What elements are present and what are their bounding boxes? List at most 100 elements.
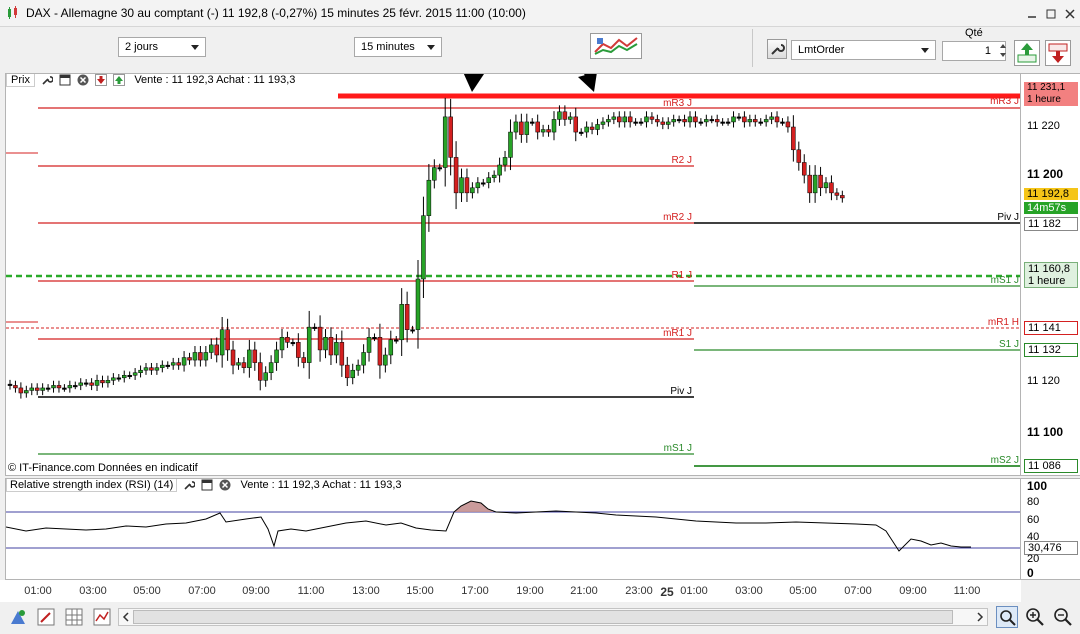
candle-body	[165, 364, 171, 367]
buy-order-icon[interactable]	[113, 74, 126, 87]
order-type-select[interactable]: LmtOrder	[791, 40, 936, 60]
candle-body	[725, 121, 731, 124]
candle-body	[763, 119, 769, 123]
candle-body	[383, 354, 388, 366]
rsi-pane-title: Relative strength index (RSI) (14)	[6, 479, 178, 493]
candle-body	[285, 337, 290, 343]
edit-icon[interactable]	[36, 607, 56, 627]
scrollbar-thumb[interactable]	[133, 610, 953, 624]
period-select[interactable]: 2 jours	[118, 37, 206, 57]
tag-current-price: 11 192,8	[1024, 188, 1078, 200]
candle-body	[410, 329, 415, 332]
label-mr1-j: mR1 J	[663, 328, 692, 339]
zoom-fit-icon[interactable]	[996, 606, 1018, 628]
candle-body	[18, 387, 24, 394]
time-tick-label: 05:00	[133, 585, 161, 597]
drawing-tools-icon[interactable]	[8, 607, 28, 627]
candle-body	[7, 383, 13, 386]
wrench-icon[interactable]	[41, 74, 54, 86]
zoom-out-icon[interactable]	[1052, 606, 1074, 628]
candle-body	[834, 192, 840, 196]
candle-body	[595, 124, 600, 130]
candle-body	[481, 182, 486, 185]
candle-body	[535, 121, 540, 133]
qty-label: Qté	[965, 27, 983, 39]
candle-body	[584, 126, 589, 133]
candle-body	[573, 116, 579, 133]
candle-body	[132, 372, 138, 376]
horizontal-scrollbar[interactable]	[118, 608, 988, 626]
qty-input[interactable]: 1	[942, 41, 1006, 61]
candle-body	[138, 369, 143, 373]
candle-body	[51, 385, 56, 389]
chart-type-button[interactable]	[590, 33, 642, 59]
window-icon[interactable]	[201, 479, 213, 491]
candle-body	[241, 362, 247, 368]
candle-body	[105, 380, 111, 384]
close-icon[interactable]	[219, 479, 231, 491]
candle-body	[693, 116, 698, 123]
candle-body	[780, 121, 785, 124]
candle-body	[203, 352, 209, 361]
candle-body	[464, 177, 470, 194]
close-button[interactable]	[1061, 5, 1079, 23]
label-ms1-j: mS1 J	[664, 443, 692, 454]
interval-select[interactable]: 15 minutes	[354, 37, 442, 57]
candle-body	[769, 116, 774, 120]
candle-body	[747, 119, 753, 123]
candle-body	[649, 116, 655, 120]
wrench-icon	[771, 44, 785, 55]
candle-body	[486, 177, 491, 183]
qty-stepper[interactable]	[1000, 42, 1006, 59]
candle-body	[551, 119, 557, 133]
wrench-icon[interactable]	[183, 479, 196, 491]
candle-body	[665, 121, 671, 125]
price-chart-pane[interactable]: mR3 J R2 J mR2 J R1 J mR1 J Piv J mS1 J …	[5, 73, 1021, 476]
rsi-pane[interactable]: Relative strength index (RSI) (14) Vente…	[5, 478, 1021, 580]
time-axis[interactable]: 01:00 03:00 05:00 07:00 09:00 11:00 13:00 15:00…	[0, 580, 1021, 603]
candle-body	[714, 119, 720, 123]
tag-dashed-price: 11 160,8 1 heure	[1024, 262, 1078, 288]
label-mr1-h: mR1 H	[988, 317, 1019, 328]
close-icon[interactable]	[77, 74, 89, 86]
candle-body	[671, 119, 676, 123]
candle-body	[143, 367, 149, 371]
maximize-button[interactable]	[1042, 5, 1060, 23]
label-r1-j: R1 J	[671, 270, 692, 281]
candle-body	[160, 364, 165, 368]
indicator-icon[interactable]	[92, 607, 112, 627]
candle-body	[758, 121, 763, 124]
scroll-right-icon[interactable]	[975, 612, 985, 622]
time-tick-label: 09:00	[242, 585, 270, 597]
candle-body	[470, 187, 475, 194]
tag-dashed-value: 11 160,8	[1028, 263, 1071, 275]
candle-body	[491, 174, 497, 178]
rsi-tick: 20	[1027, 553, 1040, 565]
order-settings-button[interactable]	[767, 39, 787, 59]
candle-body	[475, 182, 481, 189]
candle-body	[323, 337, 328, 351]
qty-value: 1	[984, 45, 991, 57]
grid-icon[interactable]	[64, 607, 84, 627]
zoom-in-icon[interactable]	[1024, 606, 1046, 628]
candle-body	[377, 337, 383, 366]
price-chart[interactable]: mR3 J R2 J mR2 J R1 J mR1 J Piv J mS1 J …	[6, 74, 1021, 476]
tag-s1-price: 11 132	[1024, 343, 1078, 357]
scroll-left-icon[interactable]	[121, 612, 131, 622]
rsi-axis[interactable]: 100 80 60 40 30,476 20 0	[1021, 478, 1080, 580]
candle-body	[317, 326, 323, 351]
minimize-button[interactable]	[1023, 5, 1041, 23]
time-tick-label: 19:00	[516, 585, 544, 597]
window-icon[interactable]	[59, 74, 71, 86]
sell-button[interactable]	[1045, 40, 1071, 66]
sell-order-icon[interactable]	[95, 74, 108, 87]
candle-body	[644, 116, 649, 123]
tag-mr1h-price: 11 141	[1024, 321, 1078, 335]
buy-button[interactable]	[1014, 40, 1040, 66]
candle-body	[176, 362, 181, 366]
candle-body	[257, 362, 263, 381]
candle-body	[562, 111, 568, 120]
price-axis[interactable]: 11 231,1 1 heure 11 220 11 200 11 192,8 …	[1021, 73, 1080, 476]
candle-body	[437, 167, 443, 170]
candlestick-app-icon	[8, 6, 17, 19]
